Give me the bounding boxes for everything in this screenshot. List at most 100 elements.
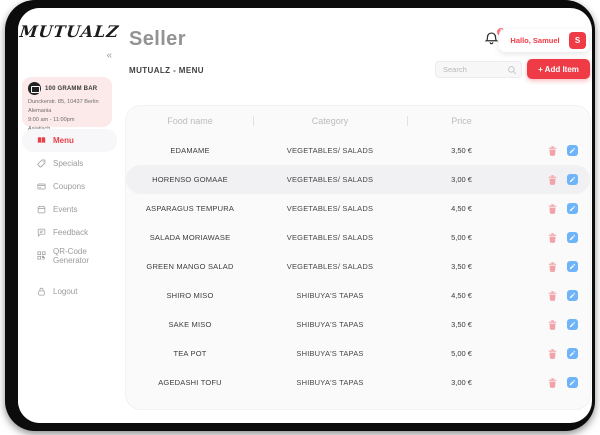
pencil-icon xyxy=(569,205,576,212)
column-header-food-name: Food name xyxy=(134,116,246,126)
column-divider xyxy=(253,116,254,126)
food-name-cell: SAKE MISO xyxy=(134,320,246,329)
breadcrumb: MUTUALZ - MENU xyxy=(129,66,204,75)
trash-icon xyxy=(547,203,558,215)
pencil-icon xyxy=(569,147,576,154)
pencil-icon xyxy=(569,234,576,241)
table-row[interactable]: HORENSO GOMAAE VEGETABLES/ SALADS 3,00 € xyxy=(126,165,590,194)
category-cell: SHIBUYA'S TAPAS xyxy=(260,349,400,358)
feedback-bubble-icon xyxy=(37,228,46,237)
price-cell: 4,50 € xyxy=(414,204,509,213)
sidebar-nav: Menu Specials Coupon xyxy=(18,129,121,303)
table-row[interactable]: SAKE MISO SHIBUYA'S TAPAS 3,50 € xyxy=(126,310,590,339)
trash-icon xyxy=(547,232,558,244)
food-name-cell: AGEDASHI TOFU xyxy=(134,378,246,387)
menu-table-panel: Food name Category Price EDAMAME VEGETAB… xyxy=(125,105,591,410)
table-row[interactable]: GREEN MANGO SALAD VEGETABLES/ SALADS 3,5… xyxy=(126,252,590,281)
lock-icon xyxy=(37,287,46,296)
price-cell: 5,00 € xyxy=(414,233,509,242)
food-name-cell: HORENSO GOMAAE xyxy=(134,175,246,184)
add-item-button[interactable]: + Add Item xyxy=(527,59,590,79)
sidebar-item-specials[interactable]: Specials xyxy=(22,152,117,175)
price-cell: 3,50 € xyxy=(414,146,509,155)
sidebar: MUTUALZ « 100 GRAMM BAR Dunckerstr. 85, … xyxy=(18,8,121,423)
category-cell: VEGETABLES/ SALADS xyxy=(260,262,400,271)
table-row[interactable]: TEA POT SHIBUYA'S TAPAS 5,00 € xyxy=(126,339,590,368)
sidebar-item-label: Specials xyxy=(53,159,83,168)
category-cell: VEGETABLES/ SALADS xyxy=(260,233,400,242)
tag-icon xyxy=(37,159,46,168)
delete-item-button[interactable] xyxy=(547,377,558,389)
sidebar-item-events[interactable]: Events xyxy=(22,198,117,221)
trash-icon xyxy=(547,377,558,389)
category-cell: SHIBUYA'S TAPAS xyxy=(260,378,400,387)
sidebar-item-menu[interactable]: Menu xyxy=(22,129,117,152)
sidebar-item-label: Logout xyxy=(53,287,77,296)
column-header-category: Category xyxy=(260,116,400,126)
restaurant-card: 100 GRAMM BAR Dunckerstr. 85, 10437 Berl… xyxy=(22,77,112,127)
food-name-cell: ASPARAGUS TEMPURA xyxy=(134,204,246,213)
price-cell: 5,00 € xyxy=(414,349,509,358)
table-row[interactable]: AGEDASHI TOFU SHIBUYA'S TAPAS 3,00 € xyxy=(126,368,590,397)
restaurant-name: 100 GRAMM BAR xyxy=(45,86,97,92)
sidebar-item-label: QR-Code Generator xyxy=(53,247,117,265)
food-name-cell: SHIRO MISO xyxy=(134,291,246,300)
table-row[interactable]: SHIRO MISO SHIBUYA'S TAPAS 4,50 € xyxy=(126,281,590,310)
user-menu[interactable]: Hallo, Samuel S xyxy=(499,29,589,52)
delete-item-button[interactable] xyxy=(547,348,558,360)
edit-item-button[interactable] xyxy=(567,319,578,330)
delete-item-button[interactable] xyxy=(547,203,558,215)
sidebar-item-label: Coupons xyxy=(53,182,85,191)
sidebar-item-label: Events xyxy=(53,205,77,214)
table-row[interactable]: SALADA MORIAWASE VEGETABLES/ SALADS 5,00… xyxy=(126,223,590,252)
menu-table-body: EDAMAME VEGETABLES/ SALADS 3,50 € HORENS… xyxy=(126,136,590,397)
trash-icon xyxy=(547,174,558,186)
sidebar-item-label: Menu xyxy=(53,136,74,145)
edit-item-button[interactable] xyxy=(567,174,578,185)
table-header-row: Food name Category Price xyxy=(126,106,590,136)
price-cell: 3,00 € xyxy=(414,175,509,184)
page-title: Seller xyxy=(129,28,186,51)
food-name-cell: SALADA MORIAWASE xyxy=(134,233,246,242)
food-name-cell: TEA POT xyxy=(134,349,246,358)
category-cell: VEGETABLES/ SALADS xyxy=(260,204,400,213)
food-name-cell: GREEN MANGO SALAD xyxy=(134,262,246,271)
sidebar-item-qr-code-generator[interactable]: QR-Code Generator xyxy=(22,244,117,267)
pencil-icon xyxy=(569,263,576,270)
edit-item-button[interactable] xyxy=(567,348,578,359)
delete-item-button[interactable] xyxy=(547,290,558,302)
delete-item-button[interactable] xyxy=(547,319,558,331)
trash-icon xyxy=(547,261,558,273)
sidebar-item-feedback[interactable]: Feedback xyxy=(22,221,117,244)
sidebar-item-logout[interactable]: Logout xyxy=(22,280,117,303)
sidebar-item-coupons[interactable]: Coupons xyxy=(22,175,117,198)
edit-item-button[interactable] xyxy=(567,145,578,156)
table-row[interactable]: EDAMAME VEGETABLES/ SALADS 3,50 € xyxy=(126,136,590,165)
price-cell: 3,00 € xyxy=(414,378,509,387)
edit-item-button[interactable] xyxy=(567,290,578,301)
edit-item-button[interactable] xyxy=(567,232,578,243)
trash-icon xyxy=(547,145,558,157)
price-cell: 3,50 € xyxy=(414,320,509,329)
restaurant-hours: 9:00 am - 11:00pm xyxy=(28,116,107,125)
device-frame: MUTUALZ « 100 GRAMM BAR Dunckerstr. 85, … xyxy=(5,0,595,431)
restaurant-avatar xyxy=(28,82,41,95)
food-name-cell: EDAMAME xyxy=(134,146,246,155)
sidebar-collapse-icon[interactable]: « xyxy=(106,50,112,61)
delete-item-button[interactable] xyxy=(547,232,558,244)
delete-item-button[interactable] xyxy=(547,174,558,186)
screen: MUTUALZ « 100 GRAMM BAR Dunckerstr. 85, … xyxy=(0,0,600,435)
pencil-icon xyxy=(569,350,576,357)
table-row[interactable]: ASPARAGUS TEMPURA VEGETABLES/ SALADS 4,5… xyxy=(126,194,590,223)
edit-item-button[interactable] xyxy=(567,261,578,272)
edit-item-button[interactable] xyxy=(567,377,578,388)
delete-item-button[interactable] xyxy=(547,261,558,273)
price-cell: 4,50 € xyxy=(414,291,509,300)
category-cell: VEGETABLES/ SALADS xyxy=(260,146,400,155)
main-content: Seller 1 Hallo, Samuel S MUTUALZ - MENU xyxy=(121,8,592,423)
search-icon[interactable] xyxy=(507,65,517,75)
edit-item-button[interactable] xyxy=(567,203,578,214)
delete-item-button[interactable] xyxy=(547,145,558,157)
app-window: MUTUALZ « 100 GRAMM BAR Dunckerstr. 85, … xyxy=(18,8,592,423)
user-greeting: Hallo, Samuel xyxy=(510,36,577,45)
